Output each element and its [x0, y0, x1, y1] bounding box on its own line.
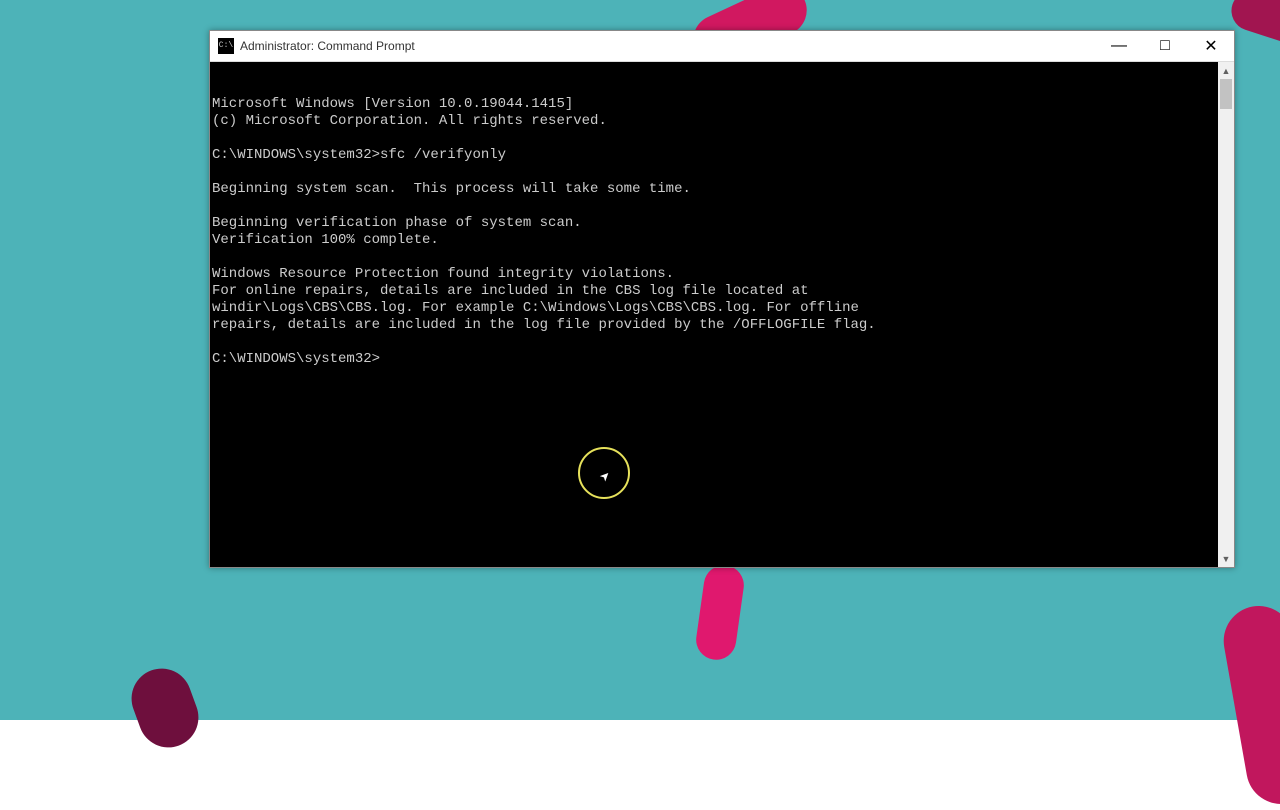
scrollbar-thumb[interactable] [1220, 79, 1232, 109]
scroll-up-button[interactable]: ▲ [1218, 62, 1234, 79]
cmd-icon: C:\ [218, 38, 234, 54]
minimize-button[interactable]: — [1096, 31, 1142, 61]
scrollbar-track[interactable] [1218, 79, 1234, 550]
close-icon: ✕ [1204, 36, 1217, 56]
wallpaper-stroke [694, 563, 747, 663]
terminal-text: Microsoft Windows [Version 10.0.19044.14… [210, 96, 1218, 368]
cmd-window: C:\ Administrator: Command Prompt — □ ✕ … [209, 30, 1235, 568]
desktop: C:\ Administrator: Command Prompt — □ ✕ … [0, 0, 1280, 720]
scroll-down-button[interactable]: ▼ [1218, 550, 1234, 567]
vertical-scrollbar[interactable]: ▲ ▼ [1218, 62, 1234, 567]
close-button[interactable]: ✕ [1188, 31, 1234, 61]
minimize-icon: — [1111, 37, 1127, 55]
chevron-up-icon: ▲ [1222, 66, 1231, 76]
window-title: Administrator: Command Prompt [240, 39, 415, 53]
client-area: Microsoft Windows [Version 10.0.19044.14… [210, 62, 1234, 567]
maximize-icon: □ [1160, 37, 1170, 55]
maximize-button[interactable]: □ [1142, 31, 1188, 61]
wallpaper-stroke [123, 660, 207, 756]
titlebar[interactable]: C:\ Administrator: Command Prompt — □ ✕ [210, 31, 1234, 62]
wallpaper-stroke [1218, 600, 1280, 809]
chevron-down-icon: ▼ [1222, 554, 1231, 564]
terminal-output[interactable]: Microsoft Windows [Version 10.0.19044.14… [210, 62, 1218, 567]
